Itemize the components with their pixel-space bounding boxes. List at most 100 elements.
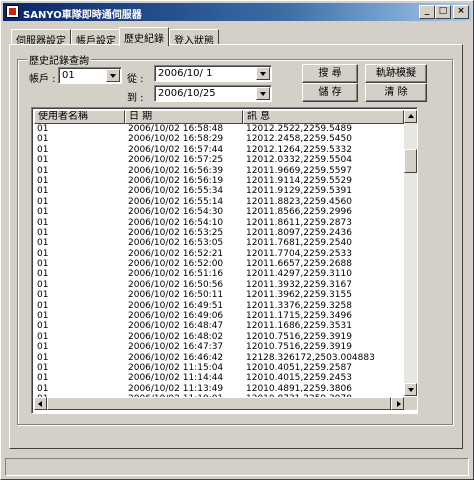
cell-date: 2006/10/02 16:46:42 xyxy=(128,352,224,363)
tab-history[interactable]: 歷史紀錄 xyxy=(119,27,169,46)
table-row[interactable]: 01 2006/10/02 16:50:11 12011.3962,2259.315… xyxy=(34,290,404,300)
scroll-right-icon[interactable] xyxy=(391,397,404,410)
cell-username: 01 xyxy=(37,373,49,384)
table-row[interactable]: 01 2006/10/02 16:47:37 12010.7516,2259.391… xyxy=(34,342,404,352)
table-row[interactable]: 01 2006/10/02 16:49:51 12011.3376,2259.325… xyxy=(34,301,404,311)
table-row[interactable]: 01 2006/10/02 16:58:29 12012.2458,2259.545… xyxy=(34,134,404,144)
cell-username: 01 xyxy=(37,196,49,207)
table-row[interactable]: 01 2006/10/02 16:57:25 12012.0332,2259.550… xyxy=(34,155,404,165)
table-row[interactable]: 01 2006/10/02 16:48:02 12010.7516,2259.391… xyxy=(34,332,404,342)
cell-message: 12011.8566,2259.2996 xyxy=(246,207,352,218)
cell-username: 01 xyxy=(37,207,49,218)
table-row[interactable]: 01 2006/10/02 16:54:30 12011.8566,2259.299… xyxy=(34,207,404,217)
tab-account-settings[interactable]: 帳戶設定 xyxy=(71,29,121,47)
title-bar[interactable]: SANYO車隊即時通伺服器 _ □ × xyxy=(3,3,471,21)
cell-date: 2006/10/02 16:51:16 xyxy=(128,269,224,280)
table-row[interactable]: 01 2006/10/02 16:56:19 12011.9114,2259.552… xyxy=(34,176,404,186)
cell-date: 2006/10/02 16:58:29 xyxy=(128,134,224,145)
cell-date: 2006/10/02 16:57:25 xyxy=(128,155,224,166)
table-row[interactable]: 01 2006/10/02 16:56:39 12011.9669,2259.559… xyxy=(34,166,404,176)
table-row[interactable]: 01 2006/10/02 16:53:05 12011.7681,2259.254… xyxy=(34,238,404,248)
cell-username: 01 xyxy=(37,311,49,322)
cell-date: 2006/10/02 16:48:47 xyxy=(128,321,224,332)
cell-message: 12128.326172,2503.004883 xyxy=(246,352,375,363)
account-select[interactable]: 01 xyxy=(58,67,122,84)
chevron-down-icon[interactable] xyxy=(256,87,270,100)
cell-message: 12011.9114,2259.5529 xyxy=(246,175,352,186)
column-header-date[interactable]: 日 期 xyxy=(125,110,243,124)
cell-date: 2006/10/02 16:55:14 xyxy=(128,196,224,207)
cell-username: 01 xyxy=(37,124,49,134)
table-row[interactable]: 01 2006/10/02 16:54:10 12011.8611,2259.287… xyxy=(34,218,404,228)
to-date-picker[interactable]: 2006/10/25 xyxy=(154,85,272,102)
cell-date: 2006/10/02 11:14:44 xyxy=(128,373,224,384)
table-row[interactable]: 01 2006/10/02 16:55:14 12011.8823,2259.456… xyxy=(34,197,404,207)
scrollbar-corner xyxy=(404,397,417,410)
cell-message: 12010.4051,2259.2587 xyxy=(246,362,352,373)
table-row[interactable]: 01 2006/10/02 16:55:34 12011.9129,2259.539… xyxy=(34,186,404,196)
scroll-down-icon[interactable] xyxy=(404,383,417,396)
cell-date: 2006/10/02 16:53:05 xyxy=(128,238,224,249)
column-header-username[interactable]: 使用者名稱 xyxy=(34,110,125,124)
cell-date: 2006/10/02 16:56:39 xyxy=(128,165,224,176)
table-row[interactable]: 01 2006/10/02 16:48:47 12011.1686,2259.353… xyxy=(34,321,404,331)
table-row[interactable]: 01 2006/10/02 16:52:00 12011.6657,2259.268… xyxy=(34,259,404,269)
vertical-scrollbar[interactable] xyxy=(404,110,417,396)
clear-button[interactable]: 清 除 xyxy=(365,83,427,102)
chevron-down-icon[interactable] xyxy=(256,67,270,80)
history-list[interactable]: 使用者名稱 日 期 訊 息 01 2006/10/02 16:58:48 12012… xyxy=(31,107,418,414)
cell-date: 2006/10/02 11:15:04 xyxy=(128,362,224,373)
table-row[interactable]: 01 2006/10/02 16:51:16 12011.4297,2259.311… xyxy=(34,269,404,279)
table-row[interactable]: 01 2006/10/02 16:50:56 12011.3932,2259.316… xyxy=(34,280,404,290)
chevron-down-icon[interactable] xyxy=(106,69,120,82)
cell-message: 12012.2458,2259.5450 xyxy=(246,134,352,145)
cell-message: 12012.1264,2259.5332 xyxy=(246,144,352,155)
cell-message: 12011.3376,2259.3258 xyxy=(246,300,352,311)
table-row[interactable]: 01 2006/10/02 11:15:04 12010.4051,2259.258… xyxy=(34,363,404,373)
cell-message: 12011.1715,2259.3496 xyxy=(246,311,352,322)
cell-date: 2006/10/02 16:49:06 xyxy=(128,311,224,322)
cell-username: 01 xyxy=(37,321,49,332)
close-button[interactable]: × xyxy=(453,5,469,19)
cell-username: 01 xyxy=(37,352,49,363)
cell-message: 12011.1686,2259.3531 xyxy=(246,321,352,332)
cell-date: 2006/10/02 16:47:37 xyxy=(128,342,224,353)
cell-username: 01 xyxy=(37,290,49,301)
track-simulation-button[interactable]: 軌跡模擬 xyxy=(365,64,427,83)
scroll-left-icon[interactable] xyxy=(34,397,47,410)
cell-username: 01 xyxy=(37,217,49,228)
save-button[interactable]: 儲 存 xyxy=(302,83,358,102)
table-row[interactable]: 01 2006/10/02 11:13:49 12010.4891,2259.380… xyxy=(34,384,404,394)
tab-server-settings[interactable]: 伺服器設定 xyxy=(11,29,71,47)
table-row[interactable]: 01 2006/10/02 11:14:44 12010.4015,2259.245… xyxy=(34,373,404,383)
cell-username: 01 xyxy=(37,248,49,259)
cell-username: 01 xyxy=(37,362,49,373)
search-button[interactable]: 搜 尋 xyxy=(302,64,358,83)
table-row[interactable]: 01 2006/10/02 16:52:21 12011.7704,2259.253… xyxy=(34,249,404,259)
cell-username: 01 xyxy=(37,186,49,197)
cell-date: 2006/10/02 16:50:11 xyxy=(128,290,224,301)
cell-date: 2006/10/02 16:57:44 xyxy=(128,144,224,155)
table-row[interactable]: 01 2006/10/02 16:58:48 12012.2522,2259.548… xyxy=(34,124,404,134)
column-header-message[interactable]: 訊 息 xyxy=(243,110,404,124)
cell-username: 01 xyxy=(37,144,49,155)
cell-message: 12011.9669,2259.5597 xyxy=(246,165,352,176)
tab-login-status[interactable]: 登入狀態 xyxy=(169,29,219,47)
maximize-button[interactable]: □ xyxy=(435,5,451,19)
horizontal-scrollbar[interactable] xyxy=(34,397,404,410)
cell-message: 12011.7704,2259.2533 xyxy=(246,248,352,259)
cell-username: 01 xyxy=(37,269,49,280)
cell-message: 12011.8611,2259.2873 xyxy=(246,217,352,228)
minimize-button[interactable]: _ xyxy=(419,5,435,19)
from-date-picker[interactable]: 2006/10/ 1 xyxy=(154,65,272,82)
scroll-thumb[interactable] xyxy=(404,149,417,173)
horizontal-scroll-thumb[interactable] xyxy=(47,397,391,410)
cell-date: 2006/10/02 11:13:49 xyxy=(128,383,224,394)
cell-username: 01 xyxy=(37,175,49,186)
table-row[interactable]: 01 2006/10/02 16:46:42 12128.326172,2503.0… xyxy=(34,353,404,363)
table-row[interactable]: 01 2006/10/02 16:49:06 12011.1715,2259.349… xyxy=(34,311,404,321)
scroll-up-icon[interactable] xyxy=(404,110,417,123)
table-row[interactable]: 01 2006/10/02 16:53:25 12011.8097,2259.243… xyxy=(34,228,404,238)
table-row[interactable]: 01 2006/10/02 16:57:44 12012.1264,2259.533… xyxy=(34,145,404,155)
cell-message: 12010.4891,2259.3806 xyxy=(246,383,352,394)
